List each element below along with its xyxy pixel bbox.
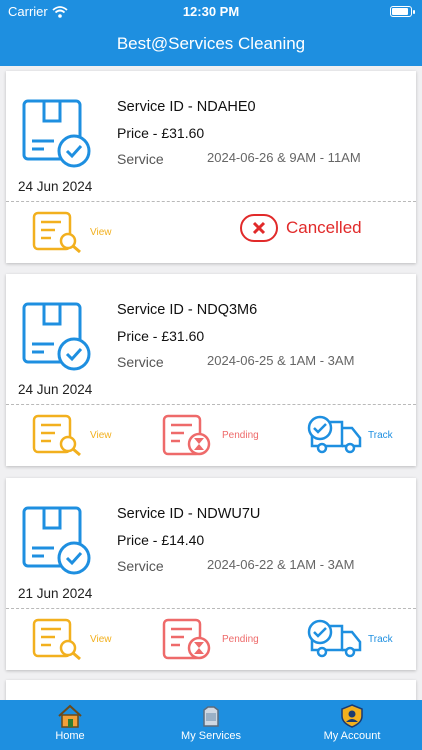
tab-my-services[interactable]: My Services — [141, 704, 281, 742]
service-slot: 2024-06-26 & 9AM - 11AM — [207, 150, 361, 165]
service-id: Service ID - NDQ3M6 — [117, 302, 258, 318]
tab-bar: Home My Services My Account — [0, 700, 422, 750]
home-icon — [58, 704, 82, 728]
view-label: View — [90, 429, 112, 441]
track-label: Track — [368, 633, 393, 645]
package-check-icon — [22, 506, 91, 575]
package-check-icon — [22, 302, 91, 371]
pending-status: Pending — [162, 618, 259, 660]
orders-list[interactable]: 24 Jun 2024 Service ID - NDAHE0 Price - … — [0, 66, 422, 700]
services-icon — [203, 706, 219, 727]
order-date: 24 Jun 2024 — [18, 382, 93, 397]
page-title: Best@Services Cleaning — [116, 34, 306, 53]
view-button[interactable]: View — [32, 414, 112, 456]
order-card[interactable]: 24 Jun 2024 Service ID - NDAHE0 Price - … — [6, 71, 416, 263]
order-card[interactable]: 21 Jun 2024 Service ID - NDWU7U Price - … — [6, 478, 416, 670]
status-label: Cancelled — [286, 218, 362, 237]
app-header: Carrier 12:30 PM Best@Services Cleaning — [0, 0, 422, 66]
price: Price - £31.60 — [117, 125, 205, 141]
pending-status: Pending — [162, 414, 259, 456]
account-icon — [341, 704, 363, 728]
view-label: View — [90, 226, 112, 238]
tab-my-account-label: My Account — [323, 730, 381, 742]
tab-home-label: Home — [55, 730, 85, 742]
package-check-icon — [22, 99, 91, 168]
service-label: Service — [117, 354, 164, 370]
service-id: Service ID - NDWU7U — [117, 506, 261, 522]
track-label: Track — [368, 429, 393, 441]
order-card[interactable]: 24 Jun 2024 Service ID - NDQ3M6 Price - … — [6, 274, 416, 466]
cancelled-status: Cancelled — [240, 214, 362, 242]
document-search-icon — [32, 211, 81, 253]
service-label: Service — [117, 558, 164, 574]
service-label: Service — [117, 151, 164, 167]
view-label: View — [90, 633, 112, 645]
tab-my-account[interactable]: My Account — [282, 704, 422, 742]
tab-home[interactable]: Home — [0, 704, 140, 742]
view-button[interactable]: View — [32, 618, 112, 660]
cancel-icon — [240, 214, 278, 242]
status-label: Pending — [222, 633, 259, 645]
document-search-icon — [32, 618, 81, 660]
status-bar: Carrier 12:30 PM — [0, 0, 422, 24]
battery-icon — [390, 6, 415, 17]
status-label: Pending — [222, 429, 259, 441]
service-id: Service ID - NDAHE0 — [117, 99, 256, 115]
delivery-truck-icon — [307, 415, 362, 454]
price: Price - £31.60 — [117, 328, 205, 344]
tab-my-services-label: My Services — [181, 730, 241, 742]
price: Price - £14.40 — [117, 532, 205, 548]
track-button[interactable]: Track — [306, 618, 393, 660]
service-slot: 2024-06-22 & 1AM - 3AM — [207, 557, 355, 572]
track-button[interactable]: Track — [306, 414, 393, 456]
document-hourglass-icon — [162, 618, 211, 660]
delivery-truck-icon — [307, 619, 362, 658]
order-date: 21 Jun 2024 — [18, 586, 93, 601]
document-hourglass-icon — [162, 414, 211, 456]
order-date: 24 Jun 2024 — [18, 179, 93, 194]
order-card-partial[interactable] — [6, 680, 416, 700]
service-slot: 2024-06-25 & 1AM - 3AM — [207, 353, 355, 368]
document-search-icon — [32, 414, 81, 456]
view-button[interactable]: View — [32, 211, 112, 253]
clock: 12:30 PM — [182, 4, 240, 19]
